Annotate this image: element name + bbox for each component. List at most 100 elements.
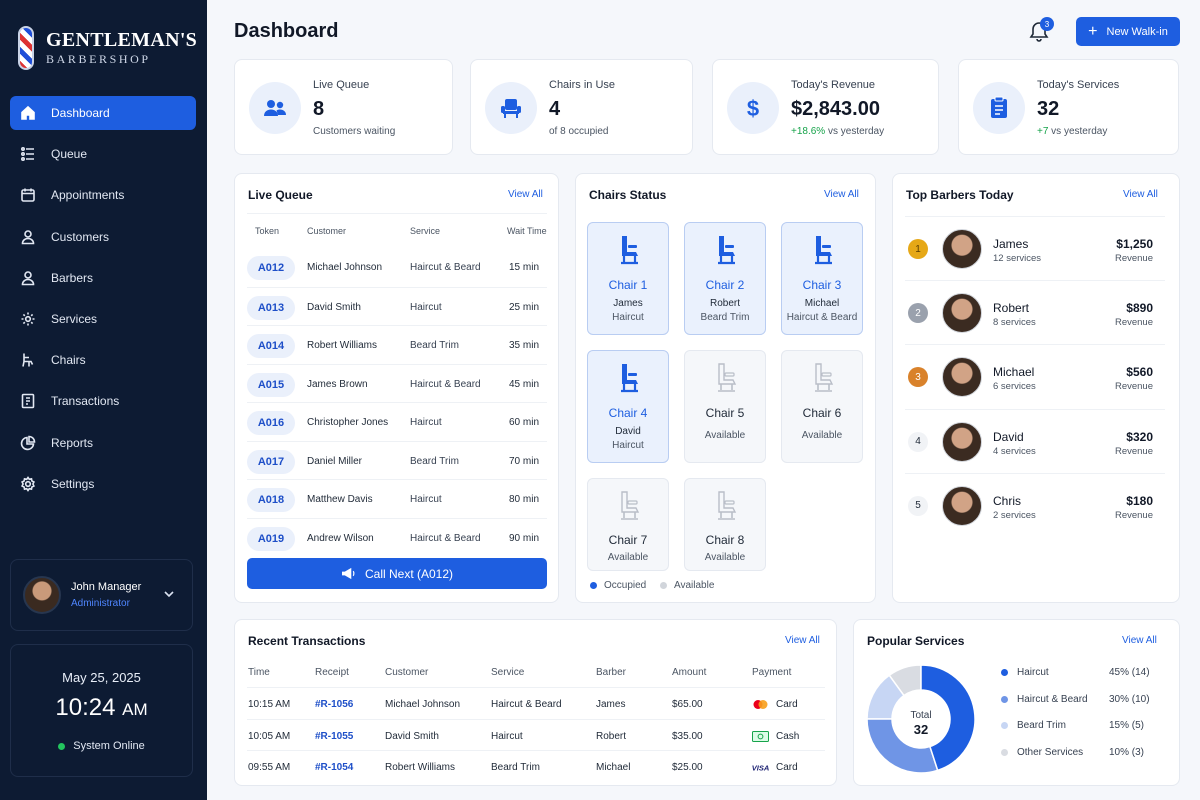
barber-name: James: [993, 237, 1029, 251]
stat-value: 8: [313, 98, 325, 120]
legend-dot-icon: [1001, 669, 1008, 676]
sidebar-item-dashboard[interactable]: Dashboard: [10, 96, 196, 130]
sidebar-item-barbers[interactable]: Barbers: [10, 261, 196, 295]
token-badge: A012: [247, 256, 295, 280]
chair-card-3[interactable]: Chair 3 Michael Haircut & Beard: [781, 222, 863, 335]
barber-services: 6 services: [993, 381, 1036, 393]
chair-card-2[interactable]: Chair 2 Robert Beard Trim: [684, 222, 766, 335]
barber-services: 2 services: [993, 509, 1036, 521]
rank-badge: 4: [908, 431, 928, 452]
chair-icon: [718, 236, 735, 265]
service-value: 10% (3): [1109, 746, 1145, 758]
chair-service: Haircut: [612, 440, 644, 451]
stat-card-live-queue: Live Queue 8 Customers waiting: [234, 59, 453, 155]
sidebar-item-reports[interactable]: Reports: [10, 426, 196, 460]
transaction-barber: Michael: [596, 762, 631, 773]
barber-revenue: $180: [1126, 493, 1153, 508]
queue-row[interactable]: A014 Robert Williams Beard Trim 35 min: [247, 325, 547, 363]
user-name: John Manager: [71, 581, 142, 593]
sidebar-item-services[interactable]: Services: [10, 302, 196, 336]
sidebar-item-settings[interactable]: Settings: [10, 467, 196, 501]
queue-row[interactable]: A018 Matthew Davis Haircut 80 min: [247, 479, 547, 517]
queue-customer: Christopher Jones: [307, 417, 389, 428]
queue-view-all-link[interactable]: View All: [508, 189, 543, 200]
token-badge: A017: [247, 449, 295, 474]
transaction-row[interactable]: 10:15 AM #R-1056 Michael Johnson Haircut & …: [247, 687, 825, 719]
transaction-row[interactable]: 09:55 AM #R-1054 Robert Williams Beard Trim…: [247, 750, 825, 782]
settings-icon: [20, 475, 36, 492]
pie-chart-icon: [20, 435, 36, 451]
barbers-view-all-link[interactable]: View All: [1123, 189, 1158, 200]
call-next-button[interactable]: Call Next (A012): [247, 558, 547, 589]
brand-logo[interactable]: GENTLEMAN'S BARBERSHOP: [18, 26, 197, 70]
queue-service: Beard Trim: [410, 340, 459, 351]
avatar: [942, 485, 982, 526]
chair-card-8[interactable]: Chair 8 Available: [684, 478, 766, 571]
service-name: Haircut & Beard: [1017, 693, 1088, 705]
chair-icon: [621, 491, 640, 520]
barber-row[interactable]: 1 James 12 services $1,250 Revenue: [905, 216, 1165, 280]
queue-customer: David Smith: [307, 301, 361, 313]
legend-dot-icon: [1001, 722, 1008, 730]
chair-name: Chair 8: [705, 533, 745, 547]
chair-detail: James: [613, 298, 643, 309]
sidebar-item-label: Chairs: [51, 353, 86, 368]
chair-card-6[interactable]: Chair 6 Available: [781, 350, 863, 463]
brand-title: GENTLEMAN'S: [46, 29, 198, 51]
cash-icon: [752, 730, 769, 742]
transactions-view-all-link[interactable]: View All: [785, 635, 820, 646]
sidebar-item-label: Customers: [51, 229, 110, 244]
avatar: [942, 293, 982, 334]
transaction-receipt[interactable]: #R-1054: [315, 762, 353, 773]
service-value: 30% (10): [1109, 693, 1150, 705]
queue-row[interactable]: A017 Daniel Miller Beard Trim 70 min: [247, 440, 547, 479]
transaction-receipt[interactable]: #R-1055: [315, 731, 353, 742]
barber-row[interactable]: 2 Robert 8 services $890 Revenue: [905, 280, 1165, 344]
queue-row[interactable]: A012 Michael Johnson Haircut & Beard 15 min: [247, 248, 547, 286]
column-header: Service: [410, 226, 441, 236]
sidebar-item-label: Reports: [51, 435, 94, 450]
sidebar-item-transactions[interactable]: Transactions: [10, 384, 196, 418]
queue-row[interactable]: A013 David Smith Haircut 25 min: [247, 286, 547, 325]
barber-row[interactable]: 3 Michael 6 services $560 Revenue: [905, 344, 1165, 408]
column-header: Wait Time: [507, 226, 547, 236]
popular-view-all-link[interactable]: View All: [1122, 635, 1157, 646]
queue-wait: 70 min: [508, 455, 539, 467]
barber-row[interactable]: 4 David 4 services $320 Revenue: [905, 408, 1165, 473]
call-next-label: Call Next (A012): [364, 566, 454, 581]
clipboard-icon: [973, 82, 1025, 134]
transaction-payment: Card: [776, 762, 798, 773]
queue-row[interactable]: A019 Andrew Wilson Haircut & Beard 90 min: [247, 517, 547, 556]
sidebar-item-chairs[interactable]: Chairs: [10, 343, 196, 377]
barber-row[interactable]: 5 Chris 2 services $180 Revenue: [905, 472, 1165, 537]
legend-available: Available: [660, 580, 714, 591]
barber-revenue-label: Revenue: [1114, 317, 1153, 329]
chevron-down-icon[interactable]: [162, 587, 176, 601]
avatar: [942, 357, 982, 398]
barber-revenue: $560: [1126, 365, 1153, 380]
stat-delta: +7: [1037, 126, 1049, 137]
new-walk-in-button[interactable]: + New Walk-in: [1076, 17, 1180, 46]
transaction-receipt[interactable]: #R-1056: [315, 699, 353, 710]
chair-detail: David: [615, 426, 641, 437]
transaction-row[interactable]: 10:05 AM #R-1055 David Smith Haircut Robert $…: [247, 718, 825, 751]
transaction-service: Haircut & Beard: [491, 699, 562, 710]
gear-icon: [20, 311, 36, 327]
chair-card-7[interactable]: Chair 7 Available: [587, 478, 669, 571]
chair-card-5[interactable]: Chair 5 Available: [684, 350, 766, 463]
chair-detail: Available: [704, 552, 746, 563]
sidebar-item-queue[interactable]: Queue: [10, 137, 196, 171]
queue-row[interactable]: A016 Christopher Jones Haircut 60 min: [247, 402, 547, 440]
user-profile-menu[interactable]: John Manager Administrator: [10, 559, 193, 631]
queue-row[interactable]: A015 James Brown Haircut & Beard 45 min: [247, 363, 547, 402]
receipt-icon: [20, 393, 36, 409]
sidebar-item-customers[interactable]: Customers: [10, 220, 196, 254]
chair-card-4[interactable]: Chair 4 David Haircut: [587, 350, 669, 463]
chair-card-1[interactable]: Chair 1 James Haircut: [587, 222, 669, 335]
chair-detail: Available: [704, 430, 746, 441]
queue-wait: 90 min: [508, 532, 539, 544]
sidebar-item-appointments[interactable]: Appointments: [10, 178, 196, 212]
chairs-view-all-link[interactable]: View All: [824, 189, 859, 200]
stat-card-chairs-in-use: Chairs in Use 4 of 8 occupied: [470, 59, 693, 155]
chair-service: Haircut & Beard: [786, 312, 858, 323]
